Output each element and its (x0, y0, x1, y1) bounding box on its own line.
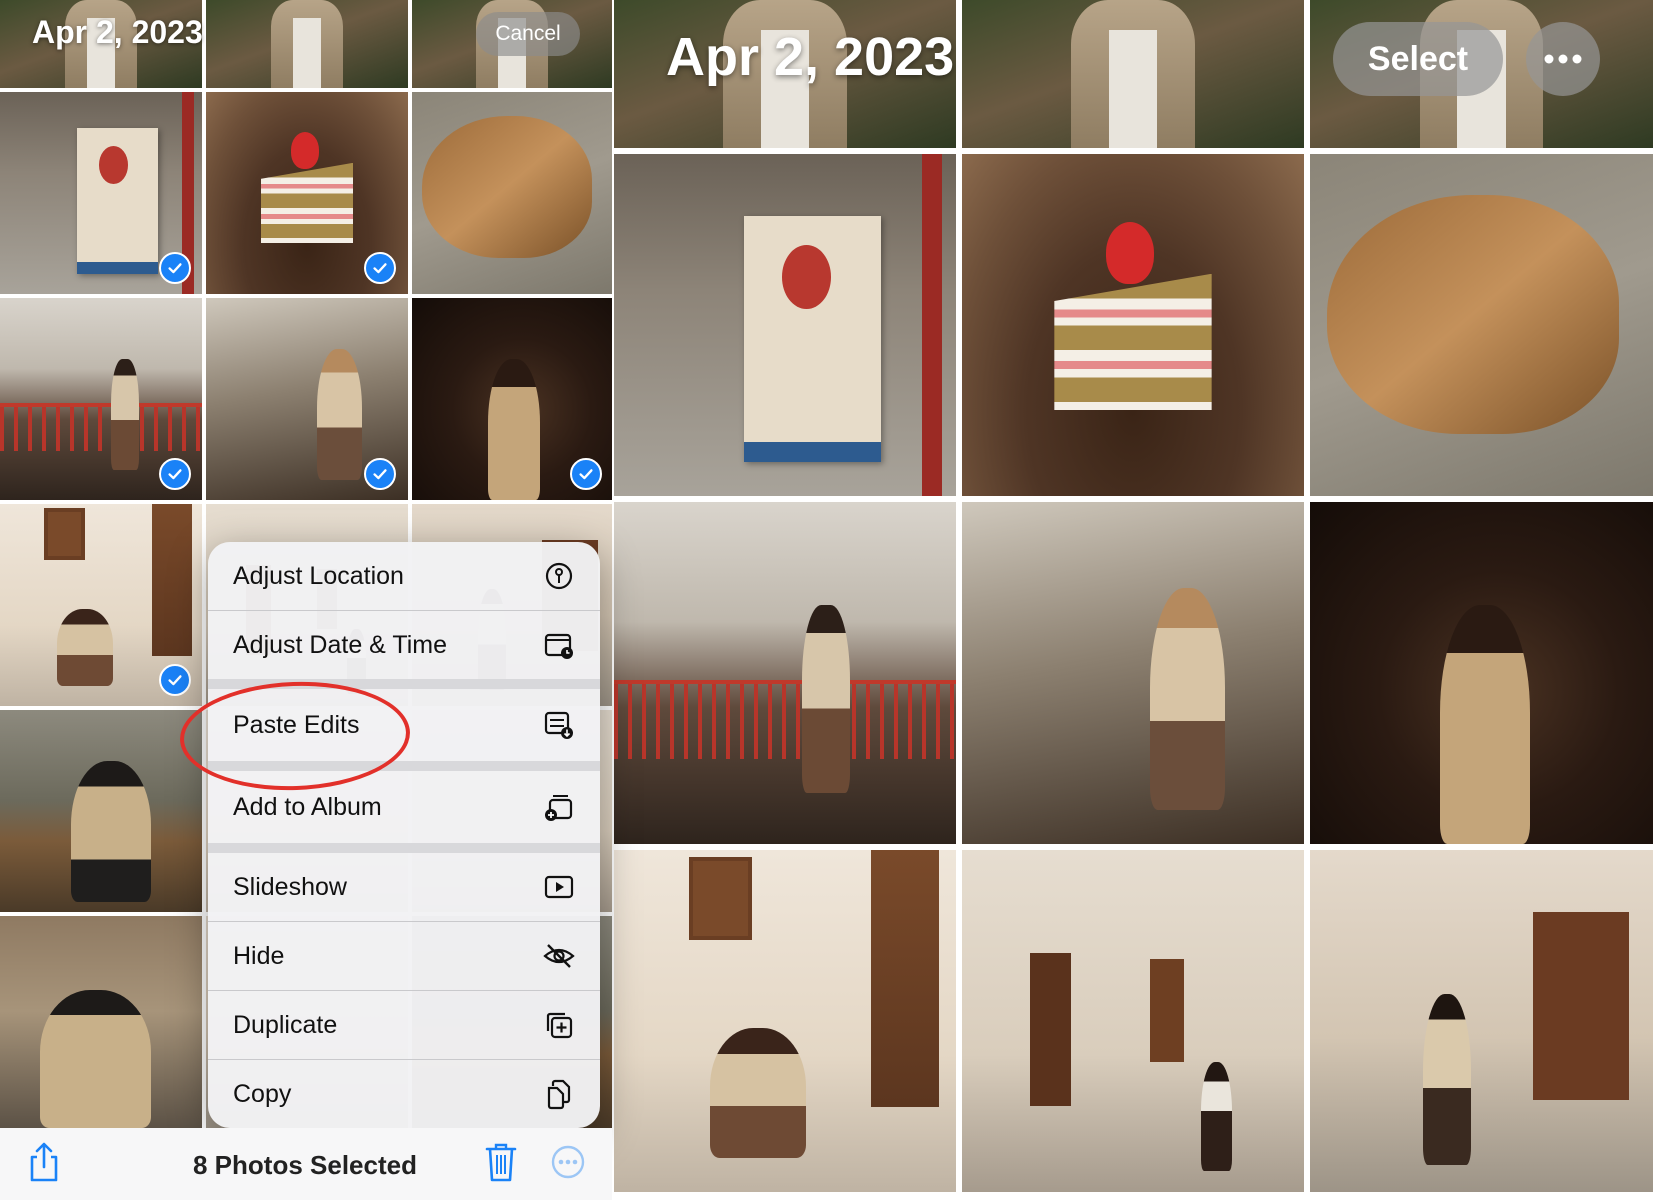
menu-item-label: Copy (233, 1079, 292, 1108)
eye-slash-icon (542, 939, 576, 973)
photo-thumbnail[interactable] (0, 710, 202, 912)
menu-item-label: Adjust Location (233, 561, 404, 590)
trash-icon[interactable] (483, 1140, 519, 1184)
menu-group-gap (208, 843, 600, 853)
ellipsis-icon (1544, 54, 1582, 64)
copy-icon (542, 1077, 576, 1111)
menu-item-label: Hide (233, 941, 285, 970)
selected-checkmark-icon (159, 664, 191, 696)
paste-edits-icon (542, 708, 576, 742)
selected-checkmark-icon (364, 458, 396, 490)
share-icon[interactable] (26, 1140, 62, 1184)
add-to-album-icon (542, 790, 576, 824)
location-pin-icon (542, 559, 576, 593)
selection-toolbar: 8 Photos Selected (0, 1128, 612, 1200)
more-options-button[interactable] (1526, 22, 1600, 96)
photo-thumbnail[interactable] (962, 502, 1304, 844)
menu-item-adjust-date-time[interactable]: Adjust Date & Time (208, 611, 600, 679)
selected-checkmark-icon (159, 458, 191, 490)
photo-thumbnail[interactable] (614, 154, 956, 496)
photo-thumbnail[interactable] (412, 92, 612, 294)
photo-thumbnail[interactable] (962, 0, 1304, 148)
selected-count-label: 8 Photos Selected (193, 1150, 417, 1180)
menu-item-hide[interactable]: Hide (208, 922, 600, 990)
photo-thumbnail[interactable] (962, 850, 1304, 1192)
selected-checkmark-icon (159, 252, 191, 284)
duplicate-icon (542, 1008, 576, 1042)
more-actions-icon[interactable] (550, 1140, 586, 1184)
left-date-header: Apr 2, 2023 (32, 14, 203, 50)
selected-checkmark-icon (570, 458, 602, 490)
menu-item-label: Adjust Date & Time (233, 630, 447, 659)
selected-checkmark-icon (364, 252, 396, 284)
photo-thumbnail[interactable] (1310, 502, 1653, 844)
menu-item-label: Slideshow (233, 872, 347, 901)
photo-thumbnail[interactable] (0, 916, 202, 1128)
play-icon (542, 870, 576, 904)
menu-item-label: Add to Album (233, 792, 382, 821)
photo-thumbnail[interactable] (614, 502, 956, 844)
menu-item-label: Duplicate (233, 1010, 338, 1039)
context-menu: Adjust Location Adjust Date & Time Paste… (208, 542, 600, 1128)
menu-item-slideshow[interactable]: Slideshow (208, 853, 600, 921)
photo-thumbnail[interactable] (206, 0, 408, 88)
calendar-clock-icon (542, 628, 576, 662)
menu-item-duplicate[interactable]: Duplicate (208, 991, 600, 1059)
photo-thumbnail[interactable] (614, 850, 956, 1192)
select-button[interactable]: Select (1333, 22, 1503, 96)
cancel-button[interactable]: Cancel (476, 12, 580, 56)
photo-thumbnail[interactable] (962, 154, 1304, 496)
right-date-header: Apr 2, 2023 (666, 27, 955, 87)
photo-thumbnail[interactable] (1310, 850, 1653, 1192)
menu-item-copy[interactable]: Copy (208, 1060, 600, 1128)
menu-item-adjust-location[interactable]: Adjust Location (208, 542, 600, 610)
photo-thumbnail[interactable] (1310, 154, 1653, 496)
